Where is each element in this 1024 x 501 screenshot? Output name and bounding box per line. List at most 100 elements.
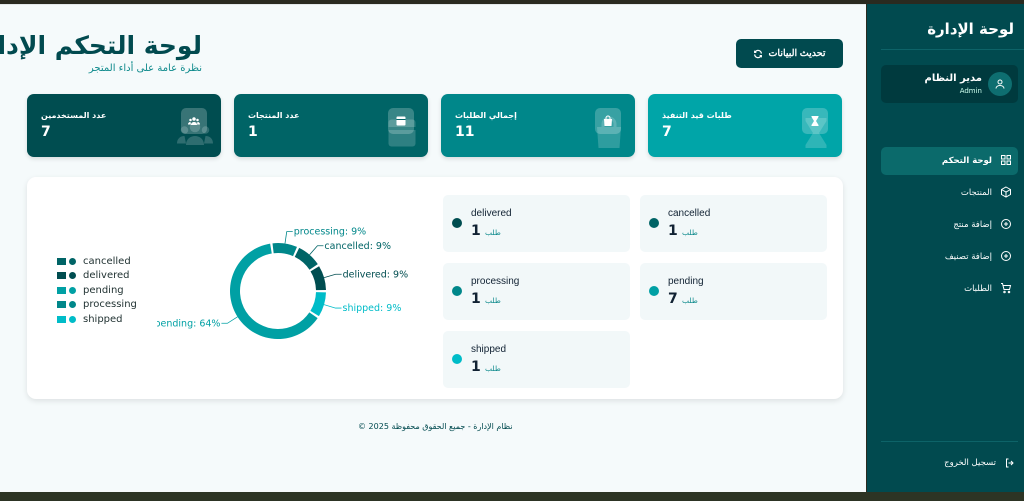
taskbar [0,492,1024,501]
status-unit: طلب [682,228,698,237]
legend-label: processing [83,299,137,311]
donut-slice-shipped[interactable] [310,292,326,317]
plus-circle-icon [1000,250,1012,265]
sidebar-title: لوحة الإدارة [927,20,1014,38]
stat-value: 7 [662,124,672,140]
user-avatar-icon [988,72,1012,96]
leader-line [323,273,342,279]
sidebar-item-label: إضافة منتج [953,220,992,230]
legend-label: shipped [83,313,123,325]
donut-slice-delivered[interactable] [310,266,326,291]
user-name: مدير النظام [924,73,982,84]
status-name: pending [668,276,704,287]
legend-dot [69,257,76,265]
sidebar-item-label: إضافة تصنيف [944,252,992,262]
sidebar: لوحة الإدارة مدير النظام Admin لوحة التح… [867,4,1024,492]
refresh-icon [754,49,763,58]
sidebar-item-3[interactable]: إضافة تصنيف [881,243,1018,271]
sidebar-item-label: المنتجات [960,188,992,198]
data-label: shipped: 9% [343,303,402,314]
stat-value: 7 [41,124,51,140]
order-status-panel: cancelled delivered pending processing shipp… [27,177,843,399]
stat-card: عدد المستخدمين 7 [27,94,221,157]
stat-value: 11 [455,124,475,140]
status-unit: طلب [485,228,501,237]
donut-slice-processing[interactable] [272,243,297,257]
status-unit: طلب [485,296,501,305]
sidebar-item-1[interactable]: المنتجات [881,179,1018,207]
leader-line [323,304,342,309]
data-label: pending: 64% [157,318,220,329]
legend-swatch [57,257,66,265]
logout-label: تسجيل الخروج [944,458,996,468]
status-count: 7 [668,291,678,307]
page-subtitle: نظرة عامة على أداء المتجر [88,63,202,74]
sidebar-item-2[interactable]: إضافة منتج [881,211,1018,239]
legend-item[interactable]: shipped [57,312,137,327]
status-count: 1 [471,223,481,239]
stat-label: طلبات قيد التنفيذ [662,111,732,120]
legend-dot [69,286,76,294]
legend-label: cancelled [83,255,131,267]
status-name: processing [471,276,520,287]
plus-circle-icon [1000,218,1012,233]
legend-label: pending [83,284,124,296]
legend-label: delivered [83,270,130,282]
sidebar-nav: لوحة التحكم المنتجات إضافة منتج إضافة تصنيف… [881,147,1018,307]
leader-line [309,245,324,256]
status-dot [452,286,462,296]
users-icon [181,108,207,134]
legend-dot [69,301,76,309]
box-icon [388,108,414,134]
sidebar-item-4[interactable]: الطلبات [881,275,1018,303]
stat-value: 1 [248,124,258,140]
legend-swatch [57,286,66,294]
status-unit: طلب [682,296,698,305]
legend-item[interactable]: delivered [57,269,137,284]
stat-label: إجمالي الطلبات [455,111,517,120]
legend-swatch [57,315,66,323]
legend-item[interactable]: processing [57,298,137,313]
legend-item[interactable]: cancelled [57,254,137,269]
refresh-label: تحديث البيانات [768,48,826,59]
cart-icon [1000,282,1012,297]
status-card-delivered: delivered 1 طلب [443,195,630,252]
main-content: لوحة التحكم الإدارية نظرة عامة على أداء … [0,4,866,492]
grid-icon [1000,154,1012,169]
stat-card: عدد المنتجات 1 [234,94,428,157]
sidebar-item-label: الطلبات [964,284,992,294]
shopping-bag-icon [595,108,621,134]
legend-swatch [57,301,66,309]
sidebar-item-0[interactable]: لوحة التحكم [881,147,1018,175]
legend-item[interactable]: pending [57,283,137,298]
status-dot [452,218,462,228]
status-dot [649,286,659,296]
leader-line [221,316,238,324]
footer: نظام الإدارة - جميع الحقوق محفوظة 2025 © [358,422,513,431]
logout-button[interactable]: تسجيل الخروج [944,457,1016,469]
box-icon [1000,185,1012,201]
chart-legend: cancelled delivered pending processing shipp… [57,254,137,327]
status-card-pending: pending 7 طلب [640,263,827,320]
stat-label: عدد المستخدمين [41,111,107,120]
legend-swatch [57,272,66,280]
user-role: Admin [959,87,982,95]
stat-label: عدد المنتجات [248,111,300,120]
sidebar-item-label: لوحة التحكم [941,156,992,166]
data-label: cancelled: 9% [324,241,391,252]
stat-card: طلبات قيد التنفيذ 7 [648,94,842,157]
status-dot [649,218,659,228]
status-unit: طلب [485,364,501,373]
page-title: لوحة التحكم الإدارية [0,31,202,60]
refresh-data-button[interactable]: تحديث البيانات [736,39,843,68]
status-name: cancelled [668,208,711,219]
status-name: delivered [471,208,512,219]
status-name: shipped [471,344,507,355]
legend-dot [69,272,76,280]
donut-slice-cancelled[interactable] [294,247,318,270]
leader-line [284,231,293,244]
status-count: 1 [471,359,481,375]
order-status-donut-chart: processing: 9% cancelled: 9% delivered: 9%… [157,227,408,339]
user-card: مدير النظام Admin [881,65,1018,103]
data-label: delivered: 9% [343,269,408,280]
